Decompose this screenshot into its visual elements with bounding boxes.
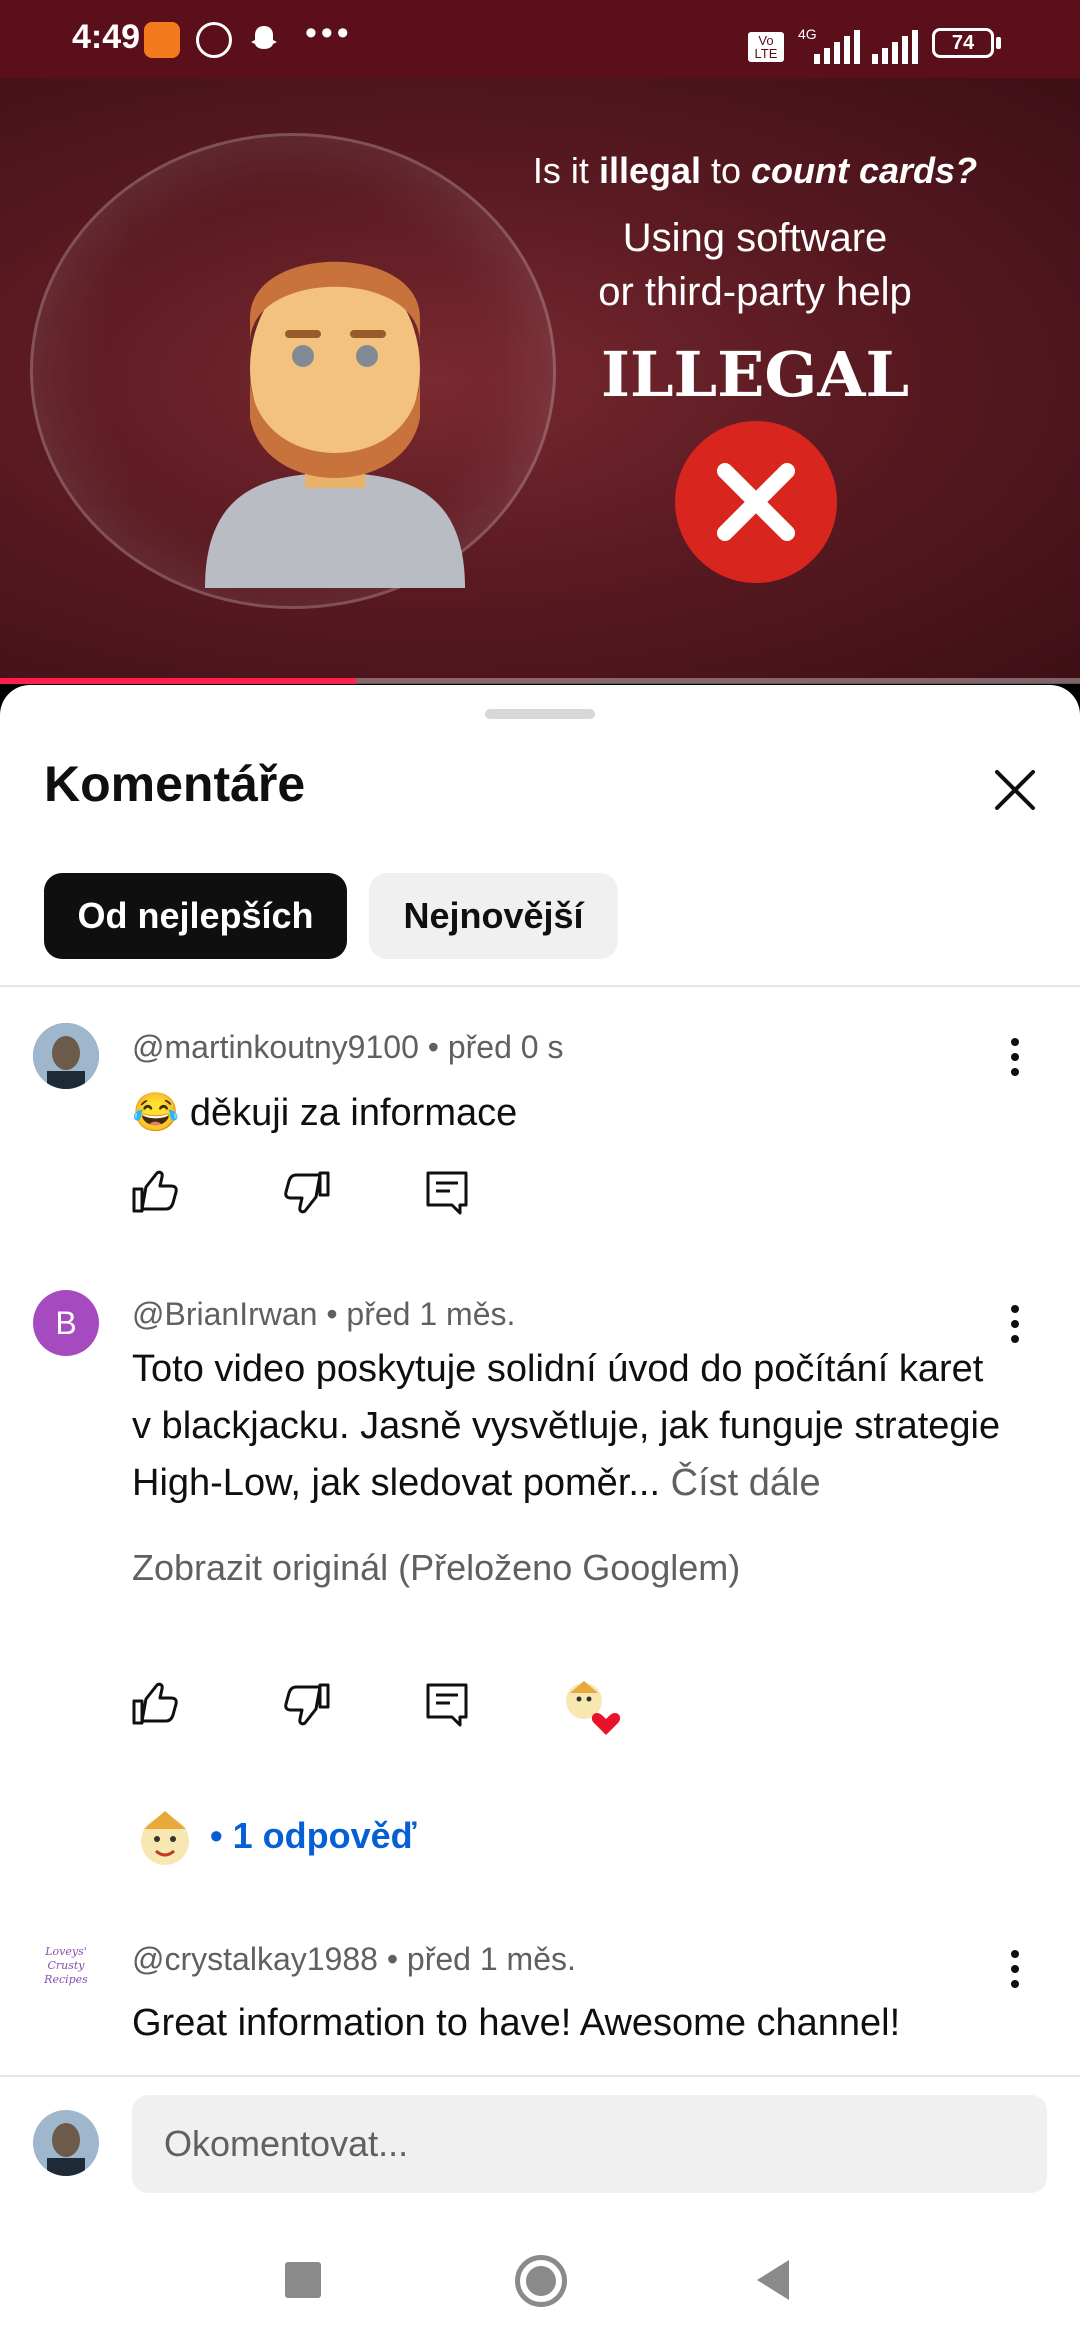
user-avatar — [33, 2110, 99, 2176]
comment-time: • před 0 s — [427, 1029, 564, 1065]
signal-icon-2 — [872, 30, 918, 64]
like-icon[interactable] — [128, 1165, 182, 1219]
battery-tip — [996, 37, 1001, 49]
snapchat-icon — [251, 26, 277, 49]
comment-text: 😂 děkuji za informace — [132, 1092, 518, 1134]
sort-best-chip[interactable]: Od nejlepších — [44, 873, 347, 959]
creator-heart-icon — [566, 1681, 621, 1735]
recent-apps-button[interactable] — [285, 2262, 321, 2298]
read-more-link[interactable]: Číst dále — [660, 1462, 821, 1504]
back-button[interactable] — [755, 2258, 791, 2302]
shazam-icon — [196, 22, 232, 58]
headline-line-1: Is it illegal to count cards? — [440, 150, 1070, 192]
avatar[interactable]: Loveys' Crusty Recipes — [33, 1933, 99, 1999]
avatar-letter: B — [55, 1305, 77, 1341]
more-options-icon[interactable] — [1000, 1944, 1030, 1994]
drag-handle[interactable] — [485, 709, 595, 719]
home-button-dot — [526, 2266, 556, 2296]
comment-time: • před 1 měs. — [326, 1296, 516, 1332]
reply-icon[interactable] — [420, 1165, 474, 1219]
comment-author[interactable]: @crystalkay1988 — [132, 1941, 378, 1977]
headline-text-b: illegal — [598, 150, 701, 191]
comment-author-line: @crystalkay1988 • před 1 měs. — [132, 1941, 576, 1978]
avatar[interactable] — [33, 1023, 99, 1089]
comment-author-line: @BrianIrwan • před 1 měs. — [132, 1296, 515, 1333]
dislike-icon[interactable] — [280, 1165, 334, 1219]
sort-newest-chip[interactable]: Nejnovější — [369, 873, 618, 959]
volte-badge: Vo LTE — [748, 32, 784, 62]
x-mark-icon — [675, 421, 837, 583]
comment-composer: Okomentovat... — [0, 2075, 1080, 2220]
headline-text-a: Is it — [532, 150, 599, 191]
more-options-icon[interactable] — [1000, 1032, 1030, 1082]
comment-text: Toto video poskytuje solidní úvod do poč… — [132, 1348, 1001, 1504]
comments-sheet: Komentáře Od nejlepších Nejnovější @mart… — [0, 685, 1080, 2220]
comment-text-block: Toto video poskytuje solidní úvod do poč… — [132, 1341, 1012, 1512]
headline-illegal: ILLEGAL — [600, 338, 910, 411]
close-icon[interactable] — [985, 760, 1045, 820]
video-progress-bar[interactable] — [0, 678, 1080, 684]
home-button[interactable] — [515, 2255, 567, 2307]
battery-icon: 74 — [932, 28, 994, 58]
more-notifications-icon: ••• — [305, 14, 353, 52]
headline-text-c: to — [700, 150, 752, 191]
show-original-link[interactable]: Zobrazit originál (Přeloženo Googlem) — [132, 1547, 740, 1589]
signal-icon — [814, 30, 860, 64]
creator-avatar-icon — [141, 1811, 189, 1865]
headline-text-d: count cards? — [751, 150, 978, 191]
system-navigation-bar — [0, 2220, 1080, 2340]
comment-text: Great information to have! Awesome chann… — [132, 2002, 901, 2044]
headline-line-2: Using software — [622, 216, 888, 260]
divider — [0, 2075, 1080, 2077]
avatar[interactable]: B — [33, 1290, 99, 1356]
divider — [0, 985, 1080, 987]
temu-app-icon — [144, 22, 180, 58]
headline-line-3: or third-party help — [598, 270, 912, 314]
replies-link[interactable]: • 1 odpověď — [210, 1815, 417, 1857]
video-player[interactable]: Is it illegal to count cards? Using soft… — [0, 78, 1080, 683]
comment-author[interactable]: @martinkoutny9100 — [132, 1029, 419, 1065]
reply-icon[interactable] — [420, 1677, 474, 1731]
avatar-text: Loveys' Crusty Recipes — [44, 1945, 88, 1986]
sheet-title: Komentáře — [44, 756, 306, 812]
battery-level: 74 — [951, 32, 975, 54]
status-bar: 4:49 ••• Vo LTE 4G 74 — [0, 0, 1080, 78]
comment-time: • před 1 měs. — [386, 1941, 576, 1977]
clock: 4:49 — [72, 18, 141, 56]
dislike-icon[interactable] — [280, 1677, 334, 1731]
comment-author-line: @martinkoutny9100 • před 0 s — [132, 1029, 563, 1066]
man-illustration — [205, 261, 465, 588]
like-icon[interactable] — [128, 1677, 182, 1731]
comment-author[interactable]: @BrianIrwan — [132, 1296, 317, 1332]
video-progress-fill — [0, 678, 357, 684]
comment-input[interactable]: Okomentovat... — [132, 2095, 1047, 2193]
